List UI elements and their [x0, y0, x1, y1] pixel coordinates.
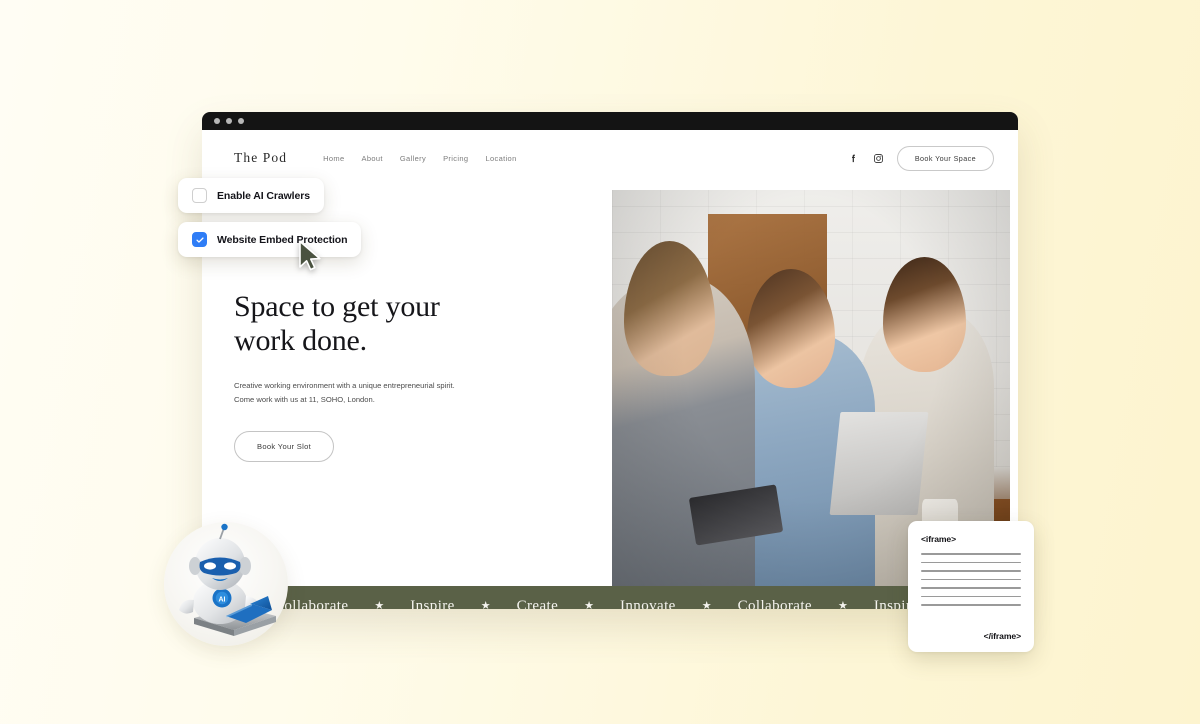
- toggle-card-website-embed-protection[interactable]: Website Embed Protection: [178, 222, 362, 257]
- window-minimize-dot[interactable]: [226, 118, 232, 124]
- mascot-antenna: [219, 523, 228, 540]
- marquee-star-icon: ★: [837, 600, 848, 610]
- checkbox-unchecked-icon[interactable]: [192, 188, 207, 203]
- nav-item-gallery[interactable]: Gallery: [400, 154, 426, 163]
- code-line: [921, 578, 1021, 580]
- iframe-close-tag: </iframe>: [983, 631, 1021, 641]
- header-actions: Book Your Space: [847, 145, 994, 171]
- code-line: [921, 570, 1021, 572]
- code-line: [921, 561, 1021, 563]
- nav-item-home[interactable]: Home: [323, 154, 344, 163]
- site-header: The Pod Home About Gallery Pricing Locat…: [202, 130, 1018, 186]
- toggle-label-enable-ai-crawlers: Enable AI Crawlers: [217, 189, 310, 202]
- window-maximize-dot[interactable]: [238, 118, 244, 124]
- window-close-dot[interactable]: [214, 118, 220, 124]
- iframe-code-card: <iframe> </iframe>: [908, 521, 1034, 652]
- toggle-label-website-embed-protection: Website Embed Protection: [217, 233, 348, 246]
- marquee-star-icon: ★: [480, 600, 491, 610]
- toggle-card-enable-ai-crawlers[interactable]: Enable AI Crawlers: [178, 178, 324, 213]
- marquee-word-5: Collaborate: [737, 598, 812, 609]
- iframe-code-lines: [921, 553, 1021, 606]
- hero-paragraph: Creative working environment with a uniq…: [234, 379, 494, 407]
- code-line: [921, 587, 1021, 589]
- browser-viewport: The Pod Home About Gallery Pricing Locat…: [202, 130, 1018, 609]
- facebook-icon[interactable]: [847, 152, 860, 165]
- code-line: [921, 604, 1021, 606]
- site-logo[interactable]: The Pod: [234, 150, 287, 166]
- screenshot-canvas: The Pod Home About Gallery Pricing Locat…: [0, 0, 1200, 724]
- book-your-slot-button[interactable]: Book Your Slot: [234, 431, 335, 463]
- iframe-open-tag: <iframe>: [921, 534, 957, 544]
- nav-item-about[interactable]: About: [361, 154, 382, 163]
- main-navigation: Home About Gallery Pricing Location: [323, 154, 517, 163]
- mouse-pointer-icon: [298, 240, 324, 277]
- code-line: [921, 553, 1021, 555]
- marquee-word-2: Inspire: [410, 598, 455, 609]
- hero-paragraph-line-1: Creative working environment with a uniq…: [234, 381, 455, 391]
- hero-title: Space to get your work done.: [234, 290, 564, 357]
- book-your-space-button[interactable]: Book Your Space: [896, 145, 994, 171]
- browser-window: The Pod Home About Gallery Pricing Locat…: [202, 112, 1018, 609]
- hero-content: Space to get your work done. Creative wo…: [234, 290, 564, 463]
- hero-title-line-1: Space to get your: [234, 290, 440, 323]
- mascot-ai-badge-label: AI: [219, 597, 226, 604]
- browser-titlebar: [202, 112, 1018, 130]
- marquee-word-4: Innovate: [620, 598, 676, 609]
- checkbox-checked-icon[interactable]: [192, 232, 207, 247]
- mascot-head: [189, 538, 251, 590]
- code-line: [921, 595, 1021, 597]
- hero-paragraph-line-2: Come work with us at 11, SOHO, London.: [234, 395, 375, 405]
- instagram-icon[interactable]: [872, 152, 885, 165]
- ai-robot-mascot: AI: [164, 522, 288, 646]
- marquee-strip: Collaborate ★ Inspire ★ Create ★ Innovat…: [202, 586, 1018, 609]
- nav-item-pricing[interactable]: Pricing: [443, 154, 468, 163]
- marquee-star-icon: ★: [374, 600, 385, 610]
- nav-item-location[interactable]: Location: [485, 154, 516, 163]
- marquee-star-icon: ★: [701, 600, 712, 610]
- marquee-word-3: Create: [516, 598, 559, 609]
- marquee-star-icon: ★: [584, 600, 595, 610]
- hero-title-line-2: work done.: [234, 323, 367, 357]
